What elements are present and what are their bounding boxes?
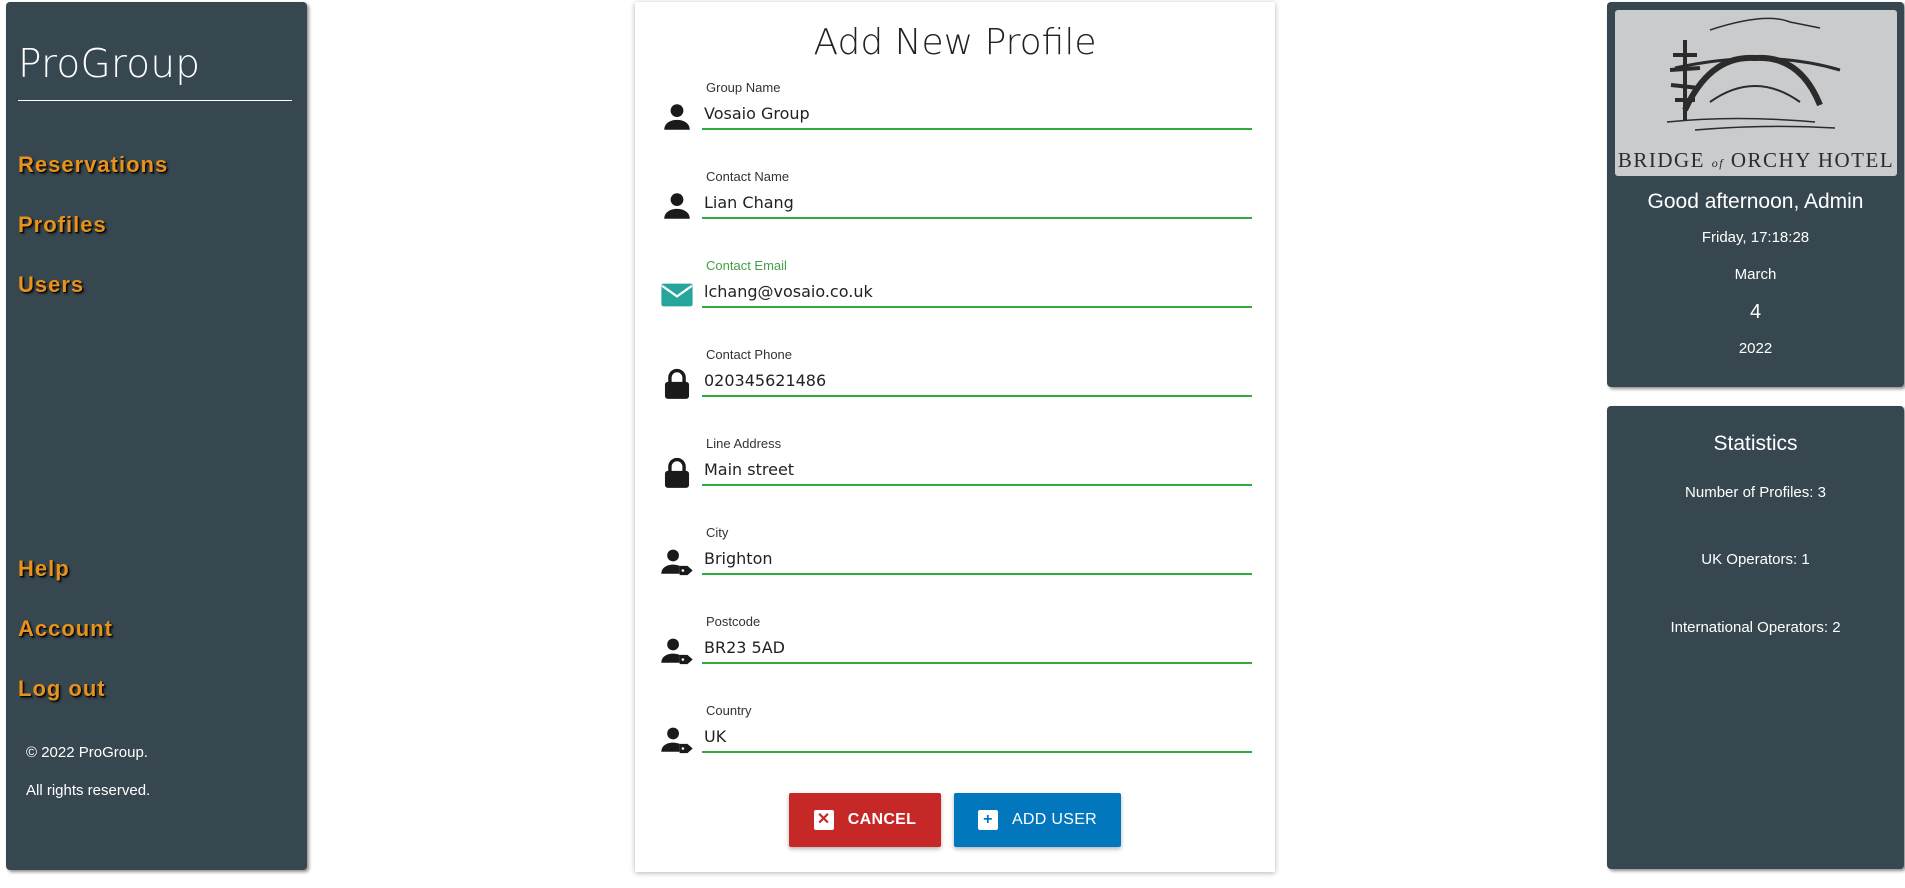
contact-email-input[interactable] [702, 276, 1252, 308]
hotel-logo: BRIDGE of ORCHY HOTEL [1615, 10, 1897, 176]
contact-email-label: Contact Email [706, 258, 787, 273]
group-name-input[interactable] [702, 98, 1252, 130]
city-field: City [660, 525, 1252, 595]
nav-account[interactable]: Account [18, 616, 113, 642]
sidebar: ProGroup Reservations Profiles Users Hel… [6, 2, 307, 870]
stat-uk-operators: UK Operators: 1 [1701, 551, 1810, 568]
line-address-input[interactable] [702, 454, 1252, 486]
add-user-button[interactable]: + ADD USER [954, 793, 1121, 847]
line-address-field: Line Address [660, 436, 1252, 506]
lock-icon [664, 368, 690, 399]
contact-phone-input[interactable] [702, 365, 1252, 397]
country-field: Country [660, 703, 1252, 773]
brand-title: ProGroup [18, 42, 201, 87]
stat-number-of-profiles: Number of Profiles: 3 [1685, 484, 1826, 501]
lock-icon [664, 457, 690, 488]
day-time-text: Friday, 17:18:28 [1701, 229, 1810, 246]
postcode-input[interactable] [702, 632, 1252, 664]
copyright-text: © 2022 ProGroup. [26, 744, 148, 761]
bridge-logo-icon [1666, 17, 1841, 131]
group-name-field: Group Name [660, 80, 1252, 150]
nav-profiles[interactable]: Profiles [18, 212, 107, 238]
person-icon [664, 104, 690, 130]
rights-text: All rights reserved. [26, 782, 151, 799]
year-text: 2022 [1738, 340, 1773, 357]
statistics-panel: Statistics Number of Profiles: 3 UK Oper… [1607, 406, 1904, 869]
person-tag-icon [661, 727, 693, 754]
page-title: Add New Profile [813, 22, 1097, 63]
country-input[interactable] [702, 721, 1252, 753]
person-tag-icon [661, 638, 693, 665]
info-panel: BRIDGE of ORCHY HOTEL Good afternoon, Ad… [1607, 2, 1904, 387]
nav-users[interactable]: Users [18, 272, 84, 298]
person-icon [664, 193, 690, 219]
group-name-label: Group Name [706, 80, 781, 95]
greeting-text: Good afternoon, Admin [1647, 190, 1864, 213]
add-profile-card: Add New Profile Group Name Contact Name … [635, 2, 1275, 872]
stat-international-operators: International Operators: 2 [1670, 619, 1841, 636]
contact-name-label: Contact Name [706, 169, 790, 184]
cancel-button[interactable]: ✕ CANCEL [789, 793, 941, 847]
statistics-title: Statistics [1713, 432, 1798, 455]
city-input[interactable] [702, 543, 1252, 575]
add-user-button-label: ADD USER [1011, 811, 1098, 828]
line-address-label: Line Address [706, 436, 782, 451]
cancel-button-label: CANCEL [847, 811, 917, 828]
person-tag-icon [661, 549, 693, 576]
city-label: City [706, 525, 729, 540]
email-icon [661, 283, 693, 307]
nav-reservations[interactable]: Reservations [18, 152, 168, 178]
contact-phone-field: Contact Phone [660, 347, 1252, 417]
plus-icon: + [977, 810, 998, 830]
postcode-field: Postcode [660, 614, 1252, 684]
month-text: March [1734, 266, 1777, 283]
contact-name-field: Contact Name [660, 169, 1252, 239]
contact-email-field: Contact Email [660, 258, 1252, 328]
contact-name-input[interactable] [702, 187, 1252, 219]
hotel-logo-text: BRIDGE of ORCHY HOTEL [1617, 148, 1895, 172]
brand-divider [18, 100, 292, 101]
contact-phone-label: Contact Phone [706, 347, 793, 362]
postcode-label: Postcode [706, 614, 761, 629]
day-text: 4 [1749, 301, 1762, 323]
country-label: Country [706, 703, 752, 718]
close-icon: ✕ [813, 810, 834, 830]
nav-log-out[interactable]: Log out [18, 676, 106, 702]
nav-help[interactable]: Help [18, 556, 70, 582]
